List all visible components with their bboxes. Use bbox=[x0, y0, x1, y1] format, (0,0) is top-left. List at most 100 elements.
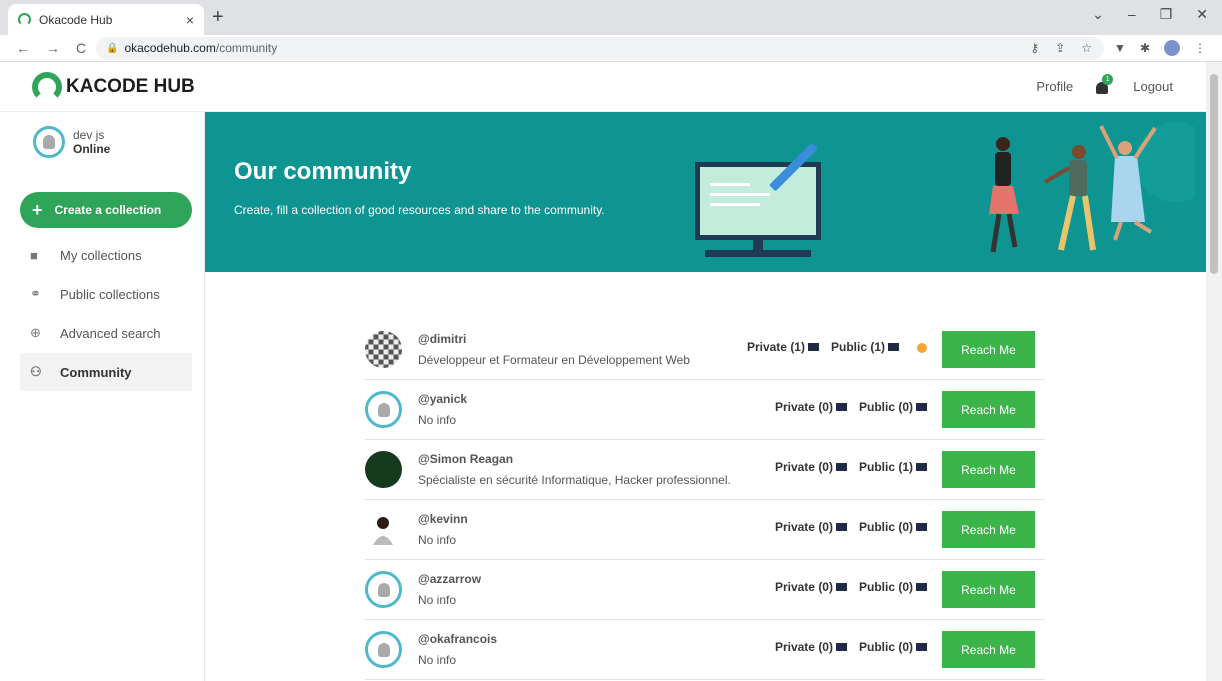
user-status: Online bbox=[73, 142, 111, 156]
public-count-label: Public (0) bbox=[858, 580, 913, 594]
private-count[interactable]: Private (0) bbox=[775, 640, 847, 654]
user-name: dev js bbox=[73, 128, 105, 142]
logout-link[interactable]: Logout bbox=[1133, 79, 1173, 94]
public-count-label: Public (0) bbox=[858, 520, 913, 534]
table-row: @yanick No info Private (0) Public (0) R… bbox=[365, 380, 1045, 440]
member-avatar bbox=[365, 331, 402, 368]
top-nav: KACODE HUB Profile 1 Logout bbox=[0, 62, 1206, 112]
browser-tab-bar: Okacode Hub × + ⌄ – ❐ ✕ bbox=[0, 0, 1222, 35]
tab-title: Okacode Hub bbox=[39, 12, 113, 27]
private-count[interactable]: Private (0) bbox=[775, 520, 847, 534]
profile-avatar-icon[interactable] bbox=[1164, 40, 1180, 56]
member-bio: No info bbox=[418, 533, 457, 547]
top-right-nav: Profile 1 Logout bbox=[1036, 73, 1206, 96]
reach-me-button[interactable]: Reach Me bbox=[942, 331, 1035, 368]
browser-tab[interactable]: Okacode Hub × bbox=[8, 4, 204, 35]
restore-icon[interactable]: ❐ bbox=[1160, 6, 1173, 23]
back-icon[interactable]: ← bbox=[16, 40, 30, 56]
profile-link[interactable]: Profile bbox=[1036, 79, 1073, 94]
page-scrollbar[interactable] bbox=[1206, 62, 1222, 681]
public-count-label: Public (0) bbox=[858, 400, 913, 414]
sidebar-item-my-collections[interactable]: ■ My collections bbox=[20, 236, 192, 274]
url-domain: okacodehub.com bbox=[124, 41, 216, 55]
member-handle[interactable]: @yanick bbox=[418, 392, 467, 406]
notification-bell-icon[interactable]: 1 bbox=[1095, 73, 1114, 96]
member-avatar bbox=[365, 451, 402, 488]
logo-ring-icon bbox=[32, 71, 62, 102]
public-count-label: Public (0) bbox=[858, 640, 913, 654]
member-collection-counts: Private (0) Public (1) bbox=[775, 460, 927, 474]
reach-me-button[interactable]: Reach Me bbox=[942, 631, 1035, 668]
minimize-icon[interactable]: – bbox=[1128, 6, 1136, 23]
member-collection-counts: Private (0) Public (0) bbox=[775, 520, 927, 534]
private-count-label: Private (0) bbox=[774, 640, 833, 654]
key-icon[interactable]: ⚷ bbox=[1030, 41, 1039, 55]
member-avatar bbox=[365, 511, 402, 548]
folder-icon bbox=[916, 523, 927, 531]
private-count-label: Private (0) bbox=[774, 520, 833, 534]
member-bio: No info bbox=[418, 413, 457, 427]
users-icon: ⚇ bbox=[30, 364, 42, 379]
menu-dots-icon[interactable]: ⋮ bbox=[1194, 41, 1206, 55]
table-row: @dimitri Développeur et Formateur en Dév… bbox=[365, 320, 1045, 380]
member-handle[interactable]: @okafrancois bbox=[418, 632, 497, 646]
private-count[interactable]: Private (0) bbox=[775, 400, 847, 414]
public-count[interactable]: Public (0) bbox=[859, 580, 927, 594]
folder-icon: ■ bbox=[30, 247, 38, 263]
public-count[interactable]: Public (0) bbox=[859, 640, 927, 654]
member-handle[interactable]: @kevinn bbox=[418, 512, 468, 526]
monitor-base bbox=[705, 250, 811, 257]
sidebar-item-community[interactable]: ⚇ Community bbox=[20, 353, 192, 391]
close-window-icon[interactable]: ✕ bbox=[1196, 6, 1208, 23]
favicon-icon bbox=[18, 13, 31, 26]
private-count[interactable]: Private (1) bbox=[747, 340, 819, 354]
public-count[interactable]: Public (1) bbox=[831, 340, 899, 354]
public-count-label: Public (1) bbox=[858, 460, 913, 474]
bookmark-star-icon[interactable]: ☆ bbox=[1081, 41, 1092, 55]
private-count[interactable]: Private (0) bbox=[775, 580, 847, 594]
tab-close-icon[interactable]: × bbox=[186, 12, 194, 28]
extension-v-icon[interactable]: ▼ bbox=[1114, 41, 1126, 55]
logo[interactable]: KACODE HUB bbox=[32, 71, 195, 102]
public-count[interactable]: Public (0) bbox=[859, 520, 927, 534]
table-row: @okafrancois No info Private (0) Public … bbox=[365, 620, 1045, 680]
folder-icon bbox=[835, 643, 847, 651]
private-count-label: Private (0) bbox=[774, 580, 833, 594]
puzzle-icon[interactable]: ✱ bbox=[1140, 41, 1150, 55]
public-count[interactable]: Public (1) bbox=[859, 460, 927, 474]
reload-icon[interactable]: C bbox=[76, 40, 86, 56]
sidebar: dev js Online + Create a collection ■ My… bbox=[0, 112, 205, 681]
url-input[interactable]: 🔒 okacodehub.com/community ⚷ ⇪ ☆ bbox=[96, 36, 1105, 60]
member-bio: Spécialiste en sécurité Informatique, Ha… bbox=[418, 473, 731, 487]
public-count[interactable]: Public (0) bbox=[859, 400, 927, 414]
forward-icon[interactable]: → bbox=[46, 40, 60, 56]
create-collection-button[interactable]: + Create a collection bbox=[20, 192, 192, 228]
member-collection-counts: Private (1) Public (1) bbox=[747, 340, 927, 354]
member-avatar bbox=[365, 391, 402, 428]
member-bio: Développeur et Formateur en Développemen… bbox=[418, 353, 690, 367]
reach-me-button[interactable]: Reach Me bbox=[942, 451, 1035, 488]
scrollbar-thumb[interactable] bbox=[1210, 74, 1218, 274]
tab-search-icon[interactable]: ⌄ bbox=[1092, 6, 1104, 23]
sidebar-item-label: Public collections bbox=[60, 286, 160, 302]
sidebar-item-advanced-search[interactable]: ⊕ Advanced search bbox=[20, 314, 192, 352]
member-handle[interactable]: @azzarrow bbox=[418, 572, 481, 586]
member-handle[interactable]: @Simon Reagan bbox=[418, 452, 731, 466]
reach-me-button[interactable]: Reach Me bbox=[942, 391, 1035, 428]
private-count[interactable]: Private (0) bbox=[775, 460, 847, 474]
member-collection-counts: Private (0) Public (0) bbox=[775, 580, 927, 594]
reach-me-button[interactable]: Reach Me bbox=[942, 511, 1035, 548]
notification-badge: 1 bbox=[1102, 73, 1114, 85]
folder-icon bbox=[835, 583, 847, 591]
people-illustration bbox=[989, 122, 1195, 253]
member-handle[interactable]: @dimitri bbox=[418, 332, 690, 346]
online-status-dot bbox=[917, 343, 927, 353]
new-tab-icon[interactable]: + bbox=[212, 6, 224, 29]
member-collection-counts: Private (0) Public (0) bbox=[775, 640, 927, 654]
folder-icon bbox=[916, 643, 927, 651]
reach-me-button[interactable]: Reach Me bbox=[942, 571, 1035, 608]
sidebar-item-public-collections[interactable]: ⚭ Public collections bbox=[20, 275, 192, 313]
folder-icon bbox=[835, 463, 847, 471]
monitor-illustration bbox=[695, 162, 821, 240]
share-page-icon[interactable]: ⇪ bbox=[1055, 41, 1065, 55]
